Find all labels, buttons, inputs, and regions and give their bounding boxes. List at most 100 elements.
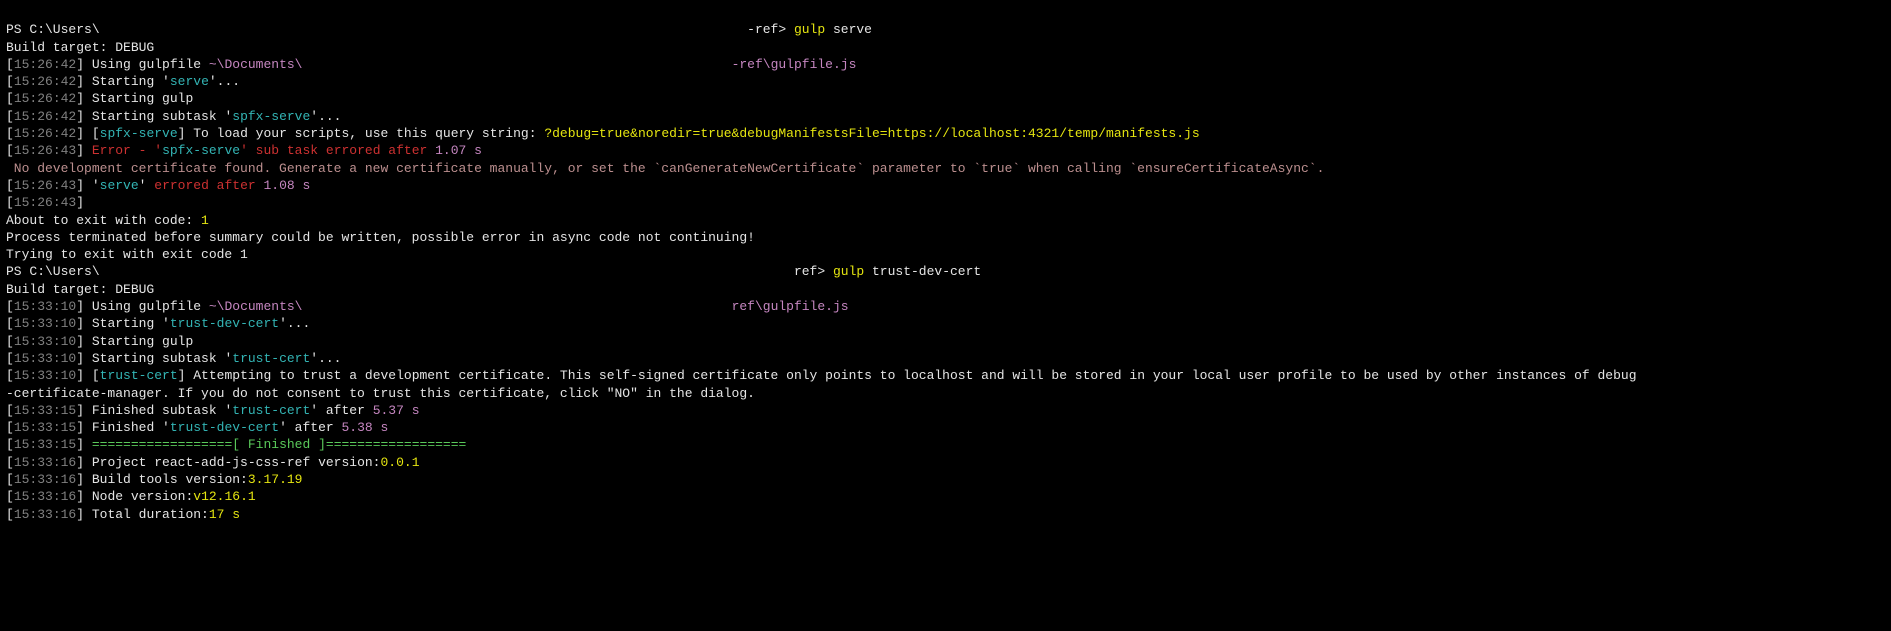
terminal-segment: spfx-serve [162, 143, 240, 158]
terminal-segment: [ [6, 109, 14, 124]
terminal-segment: [ [6, 178, 14, 193]
terminal-segment [100, 22, 748, 37]
terminal-segment: '... [279, 316, 310, 331]
terminal-segment: ] Starting ' [76, 74, 170, 89]
terminal-segment: 15:26:43 [14, 143, 76, 158]
terminal-segment: 15:33:15 [14, 403, 76, 418]
terminal-segment: -ref> [747, 22, 794, 37]
terminal-segment: 15:26:42 [14, 91, 76, 106]
terminal-segment: serve [825, 22, 872, 37]
terminal-segment: serve [100, 178, 139, 193]
terminal-segment: Build target: DEBUG [6, 40, 154, 55]
terminal-segment: trust-dev-cert [170, 420, 279, 435]
terminal-segment: [ [6, 507, 14, 522]
terminal-segment: PS C:\Users\ [6, 22, 100, 37]
terminal-segment: 15:33:15 [14, 420, 76, 435]
terminal-line: PS C:\Users\ -ref> gulp serve [6, 21, 1885, 38]
terminal-segment: serve [170, 74, 209, 89]
terminal-segment [302, 299, 731, 314]
terminal-segment: [ [6, 437, 14, 452]
terminal-line: [15:26:42] Starting gulp [6, 90, 1885, 107]
terminal-line: Build target: DEBUG [6, 281, 1885, 298]
terminal-segment: v12.16.1 [193, 489, 255, 504]
terminal-segment: [ [6, 403, 14, 418]
terminal-segment [100, 264, 794, 279]
terminal-segment: [ [6, 74, 14, 89]
terminal-segment: trust-cert [232, 351, 310, 366]
terminal-line: About to exit with code: 1 [6, 212, 1885, 229]
terminal-segment: ] [76, 195, 84, 210]
terminal-segment: 15:33:10 [14, 334, 76, 349]
terminal-segment: [ [6, 472, 14, 487]
terminal-segment: spfx-serve [232, 109, 310, 124]
terminal-segment: -ref\gulpfile.js [732, 57, 857, 72]
terminal-segment: 15:33:10 [14, 299, 76, 314]
terminal-segment: ' sub task errored after [240, 143, 435, 158]
terminal-segment: ] [ [76, 368, 99, 383]
terminal-segment: ] Starting subtask ' [76, 351, 232, 366]
terminal-segment: 15:33:10 [14, 351, 76, 366]
terminal-line: [15:33:10] Starting subtask 'trust-cert'… [6, 350, 1885, 367]
terminal-line: [15:33:15] Finished subtask 'trust-cert'… [6, 402, 1885, 419]
terminal-segment: ] [ [76, 126, 99, 141]
terminal-segment: PS C:\Users\ [6, 264, 100, 279]
terminal-segment: [ [6, 351, 14, 366]
terminal-line: [15:26:42] [spfx-serve] To load your scr… [6, 125, 1885, 142]
terminal-line: No development certificate found. Genera… [6, 160, 1885, 177]
terminal-segment: trust-cert [100, 368, 178, 383]
terminal-segment: 15:26:42 [14, 126, 76, 141]
terminal-segment: About to exit with code: [6, 213, 201, 228]
terminal-segment: ~\Documents\ [209, 57, 303, 72]
terminal-segment: ] Attempting to trust a development cert… [178, 368, 1637, 383]
terminal-line: [15:33:16] Total duration:17 s [6, 506, 1885, 523]
terminal-segment: 15:33:16 [14, 472, 76, 487]
terminal-line: -certificate-manager. If you do not cons… [6, 385, 1885, 402]
terminal-segment: 17 s [209, 507, 240, 522]
terminal-line: [15:26:43] 'serve' errored after 1.08 s [6, 177, 1885, 194]
terminal-line: [15:33:10] Starting 'trust-dev-cert'... [6, 315, 1885, 332]
terminal-line: [15:33:10] Using gulpfile ~\Documents\ r… [6, 298, 1885, 315]
terminal-segment: ==================[ [92, 437, 248, 452]
terminal-segment: trust-cert [232, 403, 310, 418]
terminal-segment: [ [6, 455, 14, 470]
terminal-segment: gulp [794, 22, 825, 37]
terminal-segment: ] Using gulpfile [76, 299, 209, 314]
terminal-segment [302, 57, 731, 72]
terminal-line: Build target: DEBUG [6, 39, 1885, 56]
terminal-segment: 15:33:16 [14, 507, 76, 522]
terminal-segment: 15:26:42 [14, 74, 76, 89]
terminal-output[interactable]: PS C:\Users\ -ref> gulp serve Build targe… [6, 21, 1885, 523]
terminal-segment: 1.07 s [435, 143, 482, 158]
terminal-line: PS C:\Users\ ref> gulp trust-dev-cert [6, 263, 1885, 280]
terminal-segment: [ [6, 489, 14, 504]
terminal-segment: 15:33:15 [14, 437, 76, 452]
terminal-segment: '... [310, 351, 341, 366]
terminal-segment: 15:33:16 [14, 455, 76, 470]
terminal-segment: ] Finished subtask ' [76, 403, 232, 418]
terminal-segment: [ [6, 91, 14, 106]
terminal-line: [15:26:43] [6, 194, 1885, 211]
terminal-segment: errored after [154, 178, 255, 193]
terminal-segment: [ [6, 368, 14, 383]
terminal-segment: trust-dev-cert [864, 264, 981, 279]
terminal-segment: ] Starting ' [76, 316, 170, 331]
terminal-segment: ] Starting gulp [76, 91, 193, 106]
terminal-line: [15:33:16] Build tools version:3.17.19 [6, 471, 1885, 488]
terminal-segment: 15:26:42 [14, 109, 76, 124]
terminal-segment: ref\gulpfile.js [732, 299, 849, 314]
terminal-line: [15:33:16] Node version:v12.16.1 [6, 488, 1885, 505]
terminal-line: [15:26:42] Using gulpfile ~\Documents\ -… [6, 56, 1885, 73]
terminal-segment: 0.0.1 [380, 455, 419, 470]
terminal-segment: 3.17.19 [248, 472, 303, 487]
terminal-segment: 1 [201, 213, 209, 228]
terminal-segment: 1.08 s [264, 178, 311, 193]
terminal-segment: ] Build tools version: [76, 472, 248, 487]
terminal-segment: Process terminated before summary could … [6, 230, 755, 245]
terminal-line: [15:33:10] Starting gulp [6, 333, 1885, 350]
terminal-segment: [ [6, 57, 14, 72]
terminal-segment [256, 178, 264, 193]
terminal-line: Trying to exit with exit code 1 [6, 246, 1885, 263]
terminal-line: [15:33:10] [trust-cert] Attempting to tr… [6, 367, 1885, 384]
terminal-segment: ] [76, 143, 92, 158]
terminal-segment: ] Starting gulp [76, 334, 193, 349]
